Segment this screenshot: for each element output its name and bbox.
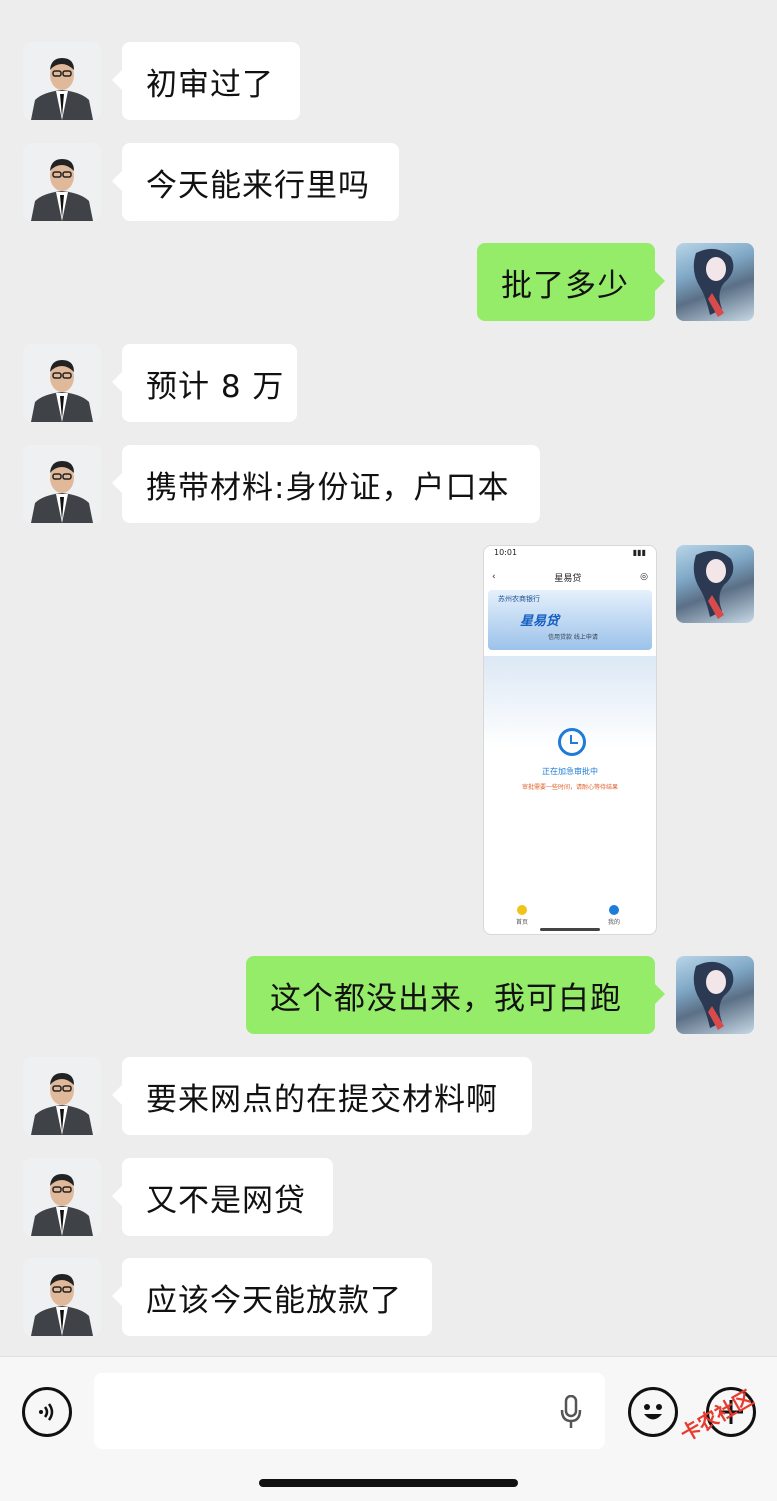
clock-icon	[558, 728, 586, 756]
sent-message-bubble[interactable]: 这个都没出来，我可白跑	[246, 956, 665, 1034]
message-text: 又不是网贷	[146, 1182, 306, 1219]
message-text: 批了多少	[501, 267, 629, 304]
emoji-icon[interactable]	[628, 1387, 678, 1437]
received-message-bubble[interactable]: 今天能来行里吗	[112, 143, 399, 221]
received-message-bubble[interactable]: 携带材料:身份证，户口本	[112, 445, 540, 523]
message-text: 携带材料:身份证，户口本	[146, 469, 510, 506]
mini-body: 正在加急审批中 审批需要一些时间，请耐心等待结果	[484, 656, 656, 886]
mini-status-sub: 审批需要一些时间，请耐心等待结果	[521, 784, 618, 791]
anime-avatar-icon	[693, 248, 734, 317]
my-avatar[interactable]	[676, 956, 754, 1034]
my-avatar[interactable]	[676, 545, 754, 623]
voice-glyph	[39, 1403, 54, 1421]
home-indicator	[259, 1479, 518, 1487]
mini-back-icon: ‹	[492, 572, 496, 582]
person-icon	[23, 143, 101, 221]
mini-banner: 苏州农商银行 星易贷 信用贷款 线上申请	[488, 590, 652, 650]
received-message-bubble[interactable]: 要来网点的在提交材料啊	[112, 1057, 532, 1135]
person-icon	[23, 344, 101, 422]
user-icon	[609, 905, 619, 915]
emoji-glyph	[644, 1404, 662, 1420]
mini-status-text: 正在加急审批中	[542, 767, 598, 776]
sent-message-bubble[interactable]: 批了多少	[477, 243, 665, 321]
message-text: 今天能来行里吗	[146, 167, 370, 204]
mini-home-indicator	[540, 928, 600, 931]
person-icon	[23, 1057, 101, 1135]
person-icon	[23, 1258, 101, 1336]
message-text: 初审过了	[146, 66, 274, 103]
mini-bank-name: 苏州农商银行	[498, 595, 540, 603]
home-icon	[517, 905, 527, 915]
received-message-bubble[interactable]: 初审过了	[112, 42, 300, 120]
person-icon	[23, 445, 101, 523]
person-icon	[23, 42, 101, 120]
contact-avatar[interactable]	[23, 143, 101, 221]
anime-avatar-icon	[693, 550, 734, 619]
mini-tab-home-label: 首页	[515, 919, 528, 926]
message-text: 应该今天能放款了	[146, 1282, 402, 1319]
contact-avatar[interactable]	[23, 445, 101, 523]
input-bar	[0, 1356, 777, 1501]
mini-brand: 星易贷	[520, 614, 560, 629]
contact-avatar[interactable]	[23, 1258, 101, 1336]
contact-avatar[interactable]	[23, 1057, 101, 1135]
mini-close-icon: ◎	[640, 572, 648, 582]
contact-avatar[interactable]	[23, 344, 101, 422]
microphone-icon[interactable]	[559, 1395, 583, 1429]
voice-icon[interactable]	[22, 1387, 72, 1437]
received-message-bubble[interactable]: 预计 8 万	[112, 344, 297, 422]
my-avatar[interactable]	[676, 243, 754, 321]
mini-time: 10:01	[494, 548, 518, 557]
mini-tab-mine-label: 我的	[607, 919, 620, 926]
received-message-bubble[interactable]: 应该今天能放款了	[112, 1258, 432, 1336]
message-input[interactable]	[94, 1373, 605, 1449]
person-icon	[23, 1158, 101, 1236]
mini-banner-sub: 信用贷款 线上申请	[548, 634, 598, 641]
mini-signal-icon: ▮▮▮	[632, 548, 646, 557]
message-text: 要来网点的在提交材料啊	[146, 1081, 498, 1118]
mini-title: 星易贷	[554, 573, 582, 584]
mini-tab-mine: 我的	[604, 905, 624, 926]
image-message[interactable]: 10:01 ▮▮▮ ‹ 星易贷 ◎ 苏州农商银行 星易贷 信用贷款 线上申请 正…	[483, 545, 657, 935]
message-text: 预计 8 万	[146, 368, 285, 405]
mini-status-bar: 10:01 ▮▮▮	[484, 546, 656, 566]
mini-nav: ‹ 星易贷 ◎	[484, 566, 656, 588]
contact-avatar[interactable]	[23, 42, 101, 120]
anime-avatar-icon	[693, 961, 734, 1030]
contact-avatar[interactable]	[23, 1158, 101, 1236]
received-message-bubble[interactable]: 又不是网贷	[112, 1158, 333, 1236]
message-text: 这个都没出来，我可白跑	[270, 980, 622, 1017]
mini-tab-home: 首页	[512, 905, 532, 926]
